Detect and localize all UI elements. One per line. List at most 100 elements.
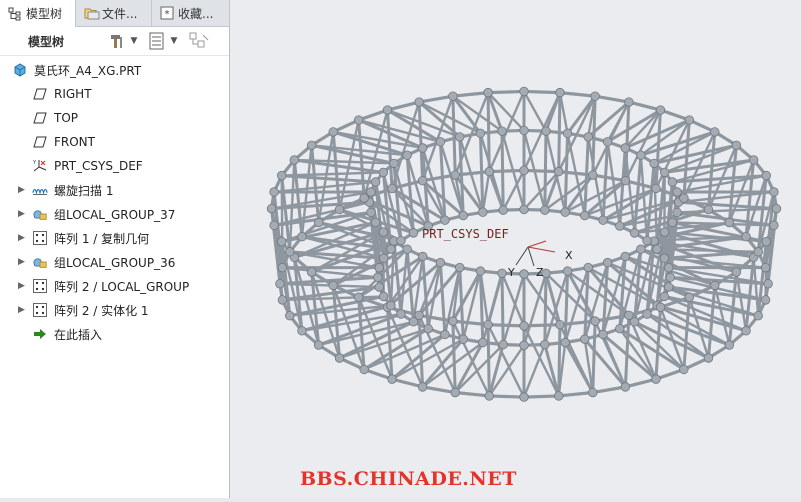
wire-bar	[489, 172, 503, 211]
expand-arrow-icon[interactable]: ▶	[18, 305, 26, 315]
wire-node	[563, 129, 572, 138]
tree-item-label: 组LOCAL_GROUP_36	[54, 254, 175, 271]
wire-node	[666, 273, 675, 282]
wire-node	[554, 392, 563, 401]
model-tree: 莫氏环_A4_XG.PRT RIGHT TOP FRONT Y PRT_CSYS…	[0, 58, 229, 346]
toolbar-title: 模型树	[28, 33, 106, 50]
wire-node	[520, 166, 529, 175]
tab-model-tree-label: 模型树	[26, 5, 62, 22]
csys-triad: PRT_CSYS_DEF X Y Z	[422, 227, 573, 279]
wire-node	[418, 176, 427, 185]
tree-item-pattern-2-solidify[interactable]: ▶ 阵列 2 / 实体化 1	[0, 298, 229, 322]
wire-bar	[502, 273, 503, 344]
wire-bar	[684, 297, 689, 369]
tree-root[interactable]: 莫氏环_A4_XG.PRT	[0, 58, 229, 82]
svg-text:Y: Y	[32, 160, 37, 166]
wire-node	[660, 228, 669, 237]
list-icon	[149, 32, 165, 50]
tree-item-pattern-2-group[interactable]: ▶ 阵列 2 / LOCAL_GROUP	[0, 274, 229, 298]
wire-node	[409, 229, 418, 238]
axis-z-label: Z	[536, 266, 544, 279]
tab-favorites[interactable]: * 收藏...	[152, 0, 230, 26]
tree-item-group-37[interactable]: ▶ 组LOCAL_GROUP_37	[0, 202, 229, 226]
show-dropdown-icon[interactable]: ▼	[168, 36, 180, 46]
tree-item-front[interactable]: FRONT	[0, 130, 229, 154]
tree-item-label: FRONT	[54, 135, 95, 149]
wire-node	[285, 311, 294, 320]
wire-node	[397, 310, 406, 319]
wire-node	[742, 327, 751, 336]
settings-dropdown-icon[interactable]: ▼	[128, 36, 140, 46]
expand-arrow-icon[interactable]: ▶	[18, 281, 26, 291]
expand-arrow-icon[interactable]: ▶	[18, 233, 26, 243]
wire-bar	[488, 93, 489, 172]
wire-bar	[524, 396, 559, 397]
show-columns-button[interactable]	[146, 30, 168, 52]
wire-node	[307, 141, 316, 150]
tab-model-tree[interactable]: 模型树	[0, 0, 76, 27]
expand-arrow-icon[interactable]: ▶	[18, 185, 26, 195]
wire-node	[375, 263, 384, 272]
wire-node	[664, 263, 673, 272]
wire-bar	[629, 102, 661, 110]
tab-files[interactable]: 文件...	[76, 0, 152, 26]
wire-node	[732, 141, 741, 150]
pattern-icon	[32, 278, 48, 294]
wire-node	[441, 216, 450, 225]
wire-bar	[392, 379, 423, 387]
wire-node	[584, 133, 593, 142]
wire-node	[754, 311, 763, 320]
tree-item-right[interactable]: RIGHT	[0, 82, 229, 106]
wire-node	[409, 318, 418, 327]
tree-item-helical-sweep[interactable]: ▶ 螺旋扫描 1	[0, 178, 229, 202]
settings-tools-button[interactable]	[106, 30, 128, 52]
wire-node	[360, 194, 369, 203]
wire-node	[277, 171, 286, 180]
tree-item-group-36[interactable]: ▶ 组LOCAL_GROUP_36	[0, 250, 229, 274]
wire-node	[498, 127, 507, 136]
csys-marker-line	[528, 241, 546, 247]
wire-bar	[559, 393, 593, 396]
wire-node	[668, 178, 677, 187]
wire-node	[390, 159, 399, 168]
wire-node	[770, 188, 779, 197]
tree-item-top[interactable]: TOP	[0, 106, 229, 130]
tree-item-csys[interactable]: Y PRT_CSYS_DEF	[0, 154, 229, 178]
graphics-viewport[interactable]: PRT_CSYS_DEF X Y Z BBS.CHINADE.NET	[231, 0, 801, 498]
tree-item-label: 阵列 1 / 复制几何	[54, 230, 149, 247]
tree-item-insert-here[interactable]: 在此插入	[0, 322, 229, 346]
wire-node	[621, 144, 630, 153]
wire-node	[520, 393, 529, 402]
wire-node	[643, 310, 652, 319]
expand-arrow-icon[interactable]: ▶	[18, 209, 26, 219]
wire-node	[762, 171, 771, 180]
wire-bar	[455, 393, 489, 396]
tree-item-pattern-1[interactable]: ▶ 阵列 1 / 复制几何	[0, 226, 229, 250]
wire-node	[580, 211, 589, 220]
wire-node	[656, 303, 665, 312]
wire-node	[478, 208, 487, 217]
filter-button[interactable]	[188, 30, 210, 52]
wire-node	[360, 365, 369, 374]
wire-bar	[453, 93, 488, 97]
wire-node	[276, 279, 285, 288]
wire-bar	[568, 271, 596, 321]
axis-x-label: X	[565, 249, 573, 262]
wire-node	[354, 116, 363, 125]
wire-node	[371, 218, 380, 227]
wire-bar	[488, 325, 489, 396]
insert-here-icon	[32, 326, 48, 342]
wire-node	[704, 354, 713, 363]
wireframe-torus-model[interactable]: PRT_CSYS_DEF X Y Z	[231, 0, 801, 498]
wire-bar	[559, 325, 560, 396]
wire-node	[591, 92, 600, 101]
wire-node	[520, 205, 529, 214]
wire-node	[307, 268, 316, 277]
expand-arrow-icon[interactable]: ▶	[18, 257, 26, 267]
wire-node	[314, 341, 323, 350]
wire-node	[499, 340, 508, 349]
wire-node	[424, 324, 433, 333]
wire-node	[415, 98, 424, 107]
datum-plane-icon	[32, 134, 48, 150]
wire-node	[388, 375, 397, 384]
